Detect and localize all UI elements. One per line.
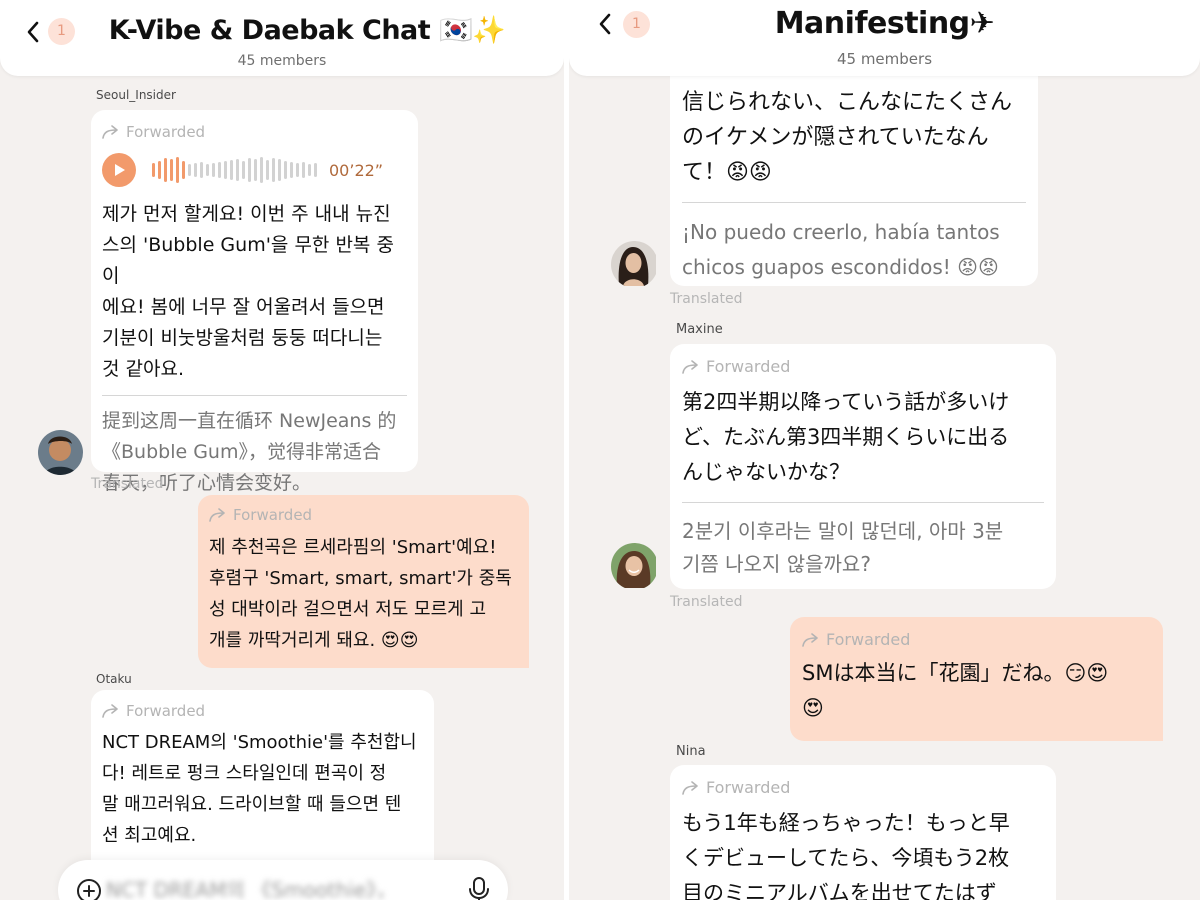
waveform-bar	[296, 163, 299, 177]
message-text: 제 추천곡은 르세라핌의 'Smart'예요! 후렴구 'Smart, smar…	[209, 537, 512, 651]
forward-arrow-icon	[102, 125, 118, 139]
message-bubble[interactable]: Forwarded 00’22” 제가 먼저 할게요! 이번 주 내내 뉴진 스…	[91, 110, 418, 494]
forward-arrow-icon	[102, 704, 118, 718]
message-bubble[interactable]: 信じられない、こんなにたくさん のイケメンが隠されていたなん て！😡😡 ¡No …	[670, 40, 1038, 286]
message-input[interactable]: NCT DREAM의 《Smoothie》，	[106, 874, 446, 900]
forwarded-label: Forwarded	[102, 123, 407, 141]
waveform-bar	[254, 159, 257, 181]
translation-divider	[682, 502, 1044, 503]
my-message-bubble[interactable]: Forwarded SMは本当に「花園」だね。😏😍 😍	[790, 617, 1163, 741]
translation-text: ¡No puedo creerlo, había tantos chicos g…	[682, 220, 1000, 279]
waveform-bar	[176, 157, 179, 183]
my-message-bubble[interactable]: Forwarded 제 추천곡은 르세라핌의 'Smart'예요! 후렴구 'S…	[198, 495, 529, 668]
play-icon	[115, 164, 125, 176]
chat-title: K-Vibe & Daebak Chat 🇰🇷✨	[108, 15, 506, 46]
translated-label: Translated	[91, 476, 164, 492]
message-bubble[interactable]: Forwarded 第2四半期以降っていう話が多いけ ど、たぶん第3四半期くらい…	[670, 344, 1056, 589]
forwarded-label: Forwarded	[682, 778, 1044, 797]
translated-label: Translated	[670, 594, 743, 610]
waveform-bar	[194, 163, 197, 177]
forward-arrow-icon	[209, 508, 225, 522]
waveform-bar	[218, 162, 221, 178]
translation-divider	[102, 395, 407, 396]
translation-divider	[682, 202, 1026, 203]
microphone-icon	[469, 877, 489, 900]
message-text: SMは本当に「花園」だね。😏😍 😍	[802, 661, 1109, 720]
chat-title: Manifesting✈	[774, 6, 995, 41]
voice-record-button[interactable]	[468, 876, 490, 900]
waveform-bar	[212, 163, 215, 177]
forward-arrow-icon	[682, 780, 698, 795]
sender-name: Seoul_Insider	[96, 88, 176, 102]
waveform-bar	[236, 159, 239, 181]
waveform-bar	[284, 161, 287, 179]
right-chat-screen: 1 Manifesting✈ 45 members 信じられない、こんなにたくさ…	[569, 0, 1200, 900]
waveform-bar	[266, 160, 269, 180]
chat-header: 1 Manifesting✈ 45 members	[569, 0, 1200, 76]
member-count: 45 members	[836, 50, 933, 68]
add-attachment-button[interactable]	[76, 878, 102, 900]
waveform-bar	[302, 162, 305, 178]
waveform-bar	[158, 161, 161, 179]
waveform-bar	[200, 162, 203, 178]
waveform-bar	[224, 161, 227, 179]
forward-arrow-icon	[802, 632, 818, 647]
waveform-bar	[290, 162, 293, 178]
waveform-bar	[230, 160, 233, 180]
plus-circle-icon	[77, 879, 101, 900]
audio-waveform[interactable]	[152, 155, 317, 185]
forwarded-label: Forwarded	[682, 357, 1044, 376]
sender-name: Otaku	[96, 672, 132, 686]
avatar[interactable]	[611, 543, 658, 590]
audio-duration: 00’22”	[329, 160, 384, 180]
translated-label: Translated	[670, 291, 743, 307]
waveform-bar	[170, 159, 173, 181]
message-text: NCT DREAM의 'Smoothie'를 추천합니 다! 레트로 펑크 스타…	[102, 732, 417, 846]
waveform-bar	[314, 163, 317, 177]
sender-name: Nina	[676, 744, 706, 759]
forwarded-label: Forwarded	[209, 506, 518, 524]
message-text: 제가 먼저 할게요! 이번 주 내내 뉴진 스의 'Bubble Gum'을 무…	[102, 203, 394, 380]
avatar[interactable]	[611, 241, 658, 288]
waveform-bar	[272, 158, 275, 182]
forwarded-label: Forwarded	[102, 702, 423, 720]
waveform-bar	[152, 163, 155, 177]
waveform-bar	[188, 164, 191, 176]
waveform-bar	[260, 157, 263, 183]
avatar[interactable]	[38, 430, 83, 475]
waveform-bar	[308, 164, 311, 176]
waveform-bar	[248, 158, 251, 182]
message-input-bar: NCT DREAM의 《Smoothie》，	[58, 860, 508, 900]
waveform-bar	[278, 159, 281, 181]
forwarded-label: Forwarded	[802, 630, 1151, 649]
left-chat-screen: 1 K-Vibe & Daebak Chat 🇰🇷✨ 45 members Se…	[0, 0, 564, 900]
play-button[interactable]	[102, 153, 136, 187]
forward-arrow-icon	[682, 359, 698, 374]
voice-message[interactable]: 00’22”	[102, 153, 407, 187]
waveform-bar	[164, 158, 167, 182]
message-bubble[interactable]: Forwarded もう1年も経っちゃった！もっと早 くデビューしてたら、今頃も…	[670, 765, 1056, 900]
waveform-bar	[242, 161, 245, 179]
message-text: もう1年も経っちゃった！もっと早 くデビューしてたら、今頃もう2枚 目のミニアル…	[682, 811, 1010, 900]
sender-name: Maxine	[676, 322, 723, 337]
member-count: 45 members	[237, 53, 327, 69]
chat-header: 1 K-Vibe & Daebak Chat 🇰🇷✨ 45 members	[0, 0, 564, 76]
message-text: 信じられない、こんなにたくさん のイケメンが隠されていたなん て！😡😡	[682, 90, 1013, 185]
waveform-bar	[182, 161, 185, 179]
message-text: 第2四半期以降っていう話が多いけ ど、たぶん第3四半期くらいに出る んじゃないか…	[682, 390, 1010, 484]
waveform-bar	[206, 164, 209, 176]
translation-text: 2분기 이후라는 말이 많던데, 아마 3분 기쯤 나오지 않을까요?	[682, 519, 1004, 576]
